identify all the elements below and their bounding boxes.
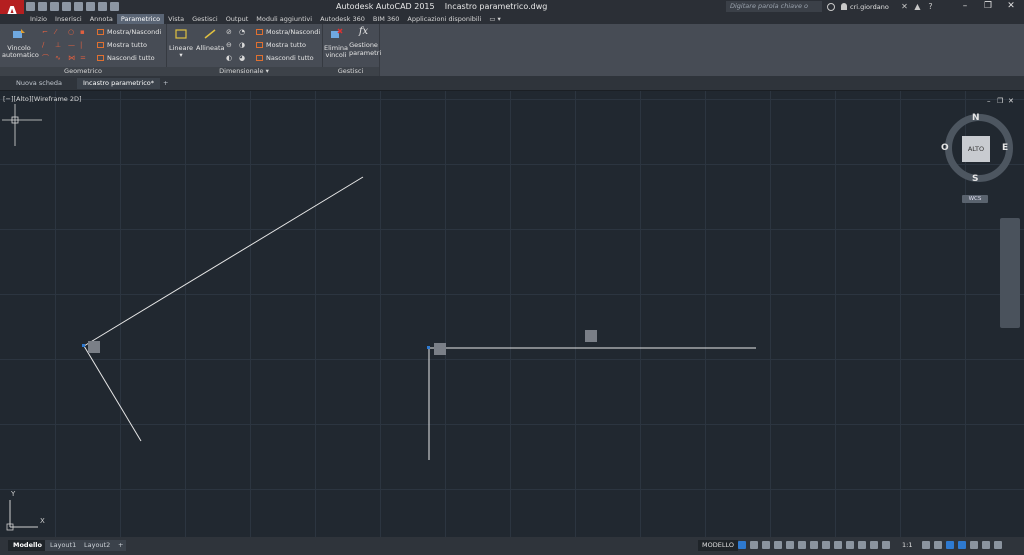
coincident-marker-corner[interactable] — [427, 346, 430, 349]
annotation-visibility-icon[interactable] — [858, 541, 866, 549]
settings-icon[interactable] — [922, 541, 930, 549]
wcs-menu[interactable]: WCS — [962, 195, 988, 203]
line-upper-left[interactable] — [83, 176, 364, 347]
isodraft-icon[interactable] — [786, 541, 794, 549]
status-toggles — [738, 541, 890, 549]
grid-icon[interactable] — [738, 541, 746, 549]
status-right-toggles — [922, 541, 1002, 549]
drawing-canvas — [2, 104, 756, 531]
new-layout-button[interactable]: + — [115, 540, 127, 551]
compass-south[interactable]: S — [972, 174, 978, 184]
annotation-scale-value[interactable]: 1:1 — [902, 541, 912, 549]
annotation-scale-icon[interactable] — [882, 541, 890, 549]
object-snap-icon[interactable] — [810, 541, 818, 549]
layout-tab-layout1[interactable]: Layout1 — [45, 540, 82, 551]
hardware-acceleration-icon[interactable] — [958, 541, 966, 549]
navigation-bar[interactable] — [1000, 218, 1020, 328]
status-bar: Modello Layout1 Layout2 + MODELLO 1:1 — [0, 537, 1024, 555]
clean-screen-icon[interactable] — [970, 541, 978, 549]
model-space-button[interactable]: MODELLO — [698, 540, 738, 551]
ucs-icon — [6, 500, 38, 531]
layout-tab-model[interactable]: Modello — [8, 540, 47, 551]
compass-west[interactable]: O — [941, 143, 949, 153]
transparency-icon[interactable] — [834, 541, 842, 549]
ucs-x-label: X — [40, 517, 45, 525]
customize-icon[interactable] — [982, 541, 990, 549]
layout-tab-layout2[interactable]: Layout2 — [79, 540, 116, 551]
ortho-icon[interactable] — [762, 541, 770, 549]
coincident-marker-left[interactable] — [82, 344, 85, 347]
crosshair-cursor — [2, 104, 42, 146]
object-snap-tracking-icon[interactable] — [798, 541, 806, 549]
auto-scale-icon[interactable] — [870, 541, 878, 549]
lineweight-icon[interactable] — [822, 541, 830, 549]
plus-icon[interactable] — [934, 541, 942, 549]
selection-cycling-icon[interactable] — [846, 541, 854, 549]
menu-icon[interactable] — [994, 541, 1002, 549]
polar-icon[interactable] — [774, 541, 782, 549]
constraint-glyph-left[interactable] — [88, 341, 100, 353]
line-lower-left[interactable] — [83, 345, 142, 442]
compass-east[interactable]: E — [1002, 143, 1008, 153]
constraint-glyph-corner[interactable] — [434, 343, 446, 355]
snap-icon[interactable] — [750, 541, 758, 549]
compass-north[interactable]: N — [972, 113, 980, 123]
viewcube-top-face[interactable]: ALTO — [962, 136, 990, 162]
isolate-objects-icon[interactable] — [946, 541, 954, 549]
constraint-glyph-horizontal[interactable] — [585, 330, 597, 342]
ucs-y-label: Y — [11, 490, 16, 498]
